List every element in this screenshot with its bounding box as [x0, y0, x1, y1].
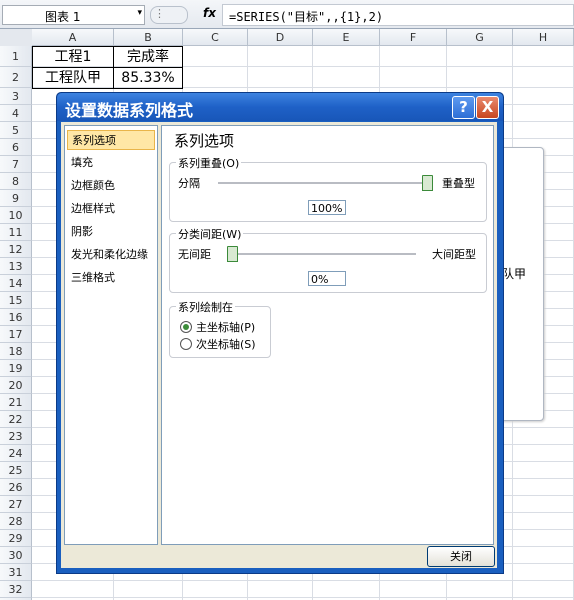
row-header-8[interactable]: 8	[0, 173, 32, 190]
close-button[interactable]: 关闭	[427, 546, 495, 567]
format-data-series-dialog: 设置数据系列格式 ? X 系列选项 填充 边框颜色 边框样式 阴影 发光和柔化边…	[56, 92, 504, 574]
nav-item-border-style[interactable]: 边框样式	[67, 199, 155, 219]
row-header-21[interactable]: 21	[0, 394, 32, 411]
column-header-b[interactable]: B	[114, 29, 183, 46]
gap-width-group: 分类间距(W) 无间距 大间距型 0%	[169, 226, 487, 293]
gap-slider-track[interactable]	[228, 253, 416, 256]
row-header-30[interactable]: 30	[0, 547, 32, 564]
column-header-g[interactable]: G	[447, 29, 513, 46]
name-box-value: 图表 1	[45, 10, 81, 24]
gridline	[32, 580, 574, 581]
nav-item-fill[interactable]: 填充	[67, 153, 155, 173]
plot-series-on-group: 系列绘制在 主坐标轴(P) 次坐标轴(S)	[169, 299, 271, 358]
row-header-4[interactable]: 4	[0, 105, 32, 122]
cell-a1[interactable]: 工程1	[32, 46, 114, 68]
overlap-min-label: 分隔	[178, 177, 200, 190]
gap-min-label: 无间距	[178, 248, 211, 261]
column-header-e[interactable]: E	[313, 29, 380, 46]
gap-max-label: 大间距型	[432, 248, 476, 261]
cell-b1[interactable]: 完成率	[113, 46, 183, 68]
name-box[interactable]: 图表 1 ▾	[2, 5, 145, 25]
row-header-18[interactable]: 18	[0, 343, 32, 360]
category-nav-list: 系列选项 填充 边框颜色 边框样式 阴影 发光和柔化边缘 三维格式	[64, 125, 158, 545]
secondary-axis-label[interactable]: 次坐标轴(S)	[196, 336, 256, 352]
formula-text: =SERIES("目标",,{1},2)	[229, 10, 384, 24]
row-header-17[interactable]: 17	[0, 326, 32, 343]
row-header-10[interactable]: 10	[0, 207, 32, 224]
overlap-value-input[interactable]: 100%	[308, 200, 346, 215]
nav-item-3d-format[interactable]: 三维格式	[67, 268, 155, 288]
row-header-27[interactable]: 27	[0, 496, 32, 513]
row-header-14[interactable]: 14	[0, 275, 32, 292]
help-button[interactable]: ?	[452, 96, 475, 119]
section-title: 系列选项	[174, 132, 235, 150]
gridline	[32, 597, 574, 598]
cell-b2[interactable]: 85.33%	[113, 67, 183, 89]
ellipsis-icon: ⋮	[154, 7, 165, 20]
primary-axis-radio[interactable]	[180, 321, 192, 333]
dialog-body: 系列选项 填充 边框颜色 边框样式 阴影 发光和柔化边缘 三维格式 系列选项 系…	[61, 122, 497, 568]
cell-a2[interactable]: 工程队甲	[32, 67, 114, 89]
column-header-f[interactable]: F	[380, 29, 447, 46]
row-header-6[interactable]: 6	[0, 139, 32, 156]
column-header-h[interactable]: H	[513, 29, 574, 46]
row-header-3[interactable]: 3	[0, 88, 32, 105]
row-header-29[interactable]: 29	[0, 530, 32, 547]
row-header-24[interactable]: 24	[0, 445, 32, 462]
overlap-slider-track[interactable]	[218, 182, 428, 185]
row-header-22[interactable]: 22	[0, 411, 32, 428]
row-header-31[interactable]: 31	[0, 564, 32, 581]
primary-axis-label[interactable]: 主坐标轴(P)	[196, 319, 255, 335]
overlap-max-label: 重叠型	[442, 177, 475, 190]
row-header-11[interactable]: 11	[0, 224, 32, 241]
row-header-23[interactable]: 23	[0, 428, 32, 445]
row-header-2[interactable]: 2	[0, 67, 32, 88]
series-overlap-group: 系列重叠(O) 分隔 重叠型 100%	[169, 155, 487, 222]
insert-function-icon[interactable]: fx	[203, 6, 216, 20]
nav-item-border-color[interactable]: 边框颜色	[67, 176, 155, 196]
row-header-13[interactable]: 13	[0, 258, 32, 275]
row-header-20[interactable]: 20	[0, 377, 32, 394]
row-header-12[interactable]: 12	[0, 241, 32, 258]
dialog-title: 设置数据系列格式	[65, 101, 194, 120]
row-header-32[interactable]: 32	[0, 581, 32, 598]
column-header-d[interactable]: D	[248, 29, 313, 46]
gap-slider-thumb[interactable]	[227, 246, 238, 262]
close-x-button[interactable]: X	[476, 96, 499, 119]
select-all-corner[interactable]	[0, 29, 33, 47]
row-header-5[interactable]: 5	[0, 122, 32, 139]
row-header-26[interactable]: 26	[0, 479, 32, 496]
formula-input[interactable]: =SERIES("目标",,{1},2)	[222, 4, 574, 26]
row-header-7[interactable]: 7	[0, 156, 32, 173]
chevron-down-icon[interactable]: ▾	[137, 8, 142, 18]
dialog-titlebar[interactable]: 设置数据系列格式 ? X	[57, 93, 503, 121]
overlap-slider-thumb[interactable]	[422, 175, 433, 191]
formula-bar: 图表 1 ▾ ⋮ fx =SERIES("目标",,{1},2)	[0, 0, 574, 29]
column-header-a[interactable]: A	[32, 29, 114, 46]
series-options-panel: 系列选项 系列重叠(O) 分隔 重叠型 100% 分类间距(W) 无间距 大间距…	[161, 125, 494, 545]
row-header-25[interactable]: 25	[0, 462, 32, 479]
nav-item-glow-soft-edges[interactable]: 发光和柔化边缘	[67, 245, 155, 265]
gap-value-input[interactable]: 0%	[308, 271, 346, 286]
column-header-c[interactable]: C	[183, 29, 248, 46]
row-header-28[interactable]: 28	[0, 513, 32, 530]
gap-width-label: 分类间距(W)	[176, 226, 244, 242]
formula-bar-resize-handle[interactable]: ⋮	[150, 6, 188, 24]
row-header-19[interactable]: 19	[0, 360, 32, 377]
row-header-16[interactable]: 16	[0, 309, 32, 326]
row-header-1[interactable]: 1	[0, 46, 32, 67]
chart-category-label: 队甲	[502, 267, 527, 281]
row-header-9[interactable]: 9	[0, 190, 32, 207]
series-overlap-label: 系列重叠(O)	[176, 155, 242, 171]
plot-series-on-label: 系列绘制在	[176, 299, 235, 315]
nav-item-shadow[interactable]: 阴影	[67, 222, 155, 242]
row-header-15[interactable]: 15	[0, 292, 32, 309]
secondary-axis-radio[interactable]	[180, 338, 192, 350]
nav-item-series-options[interactable]: 系列选项	[67, 130, 155, 150]
